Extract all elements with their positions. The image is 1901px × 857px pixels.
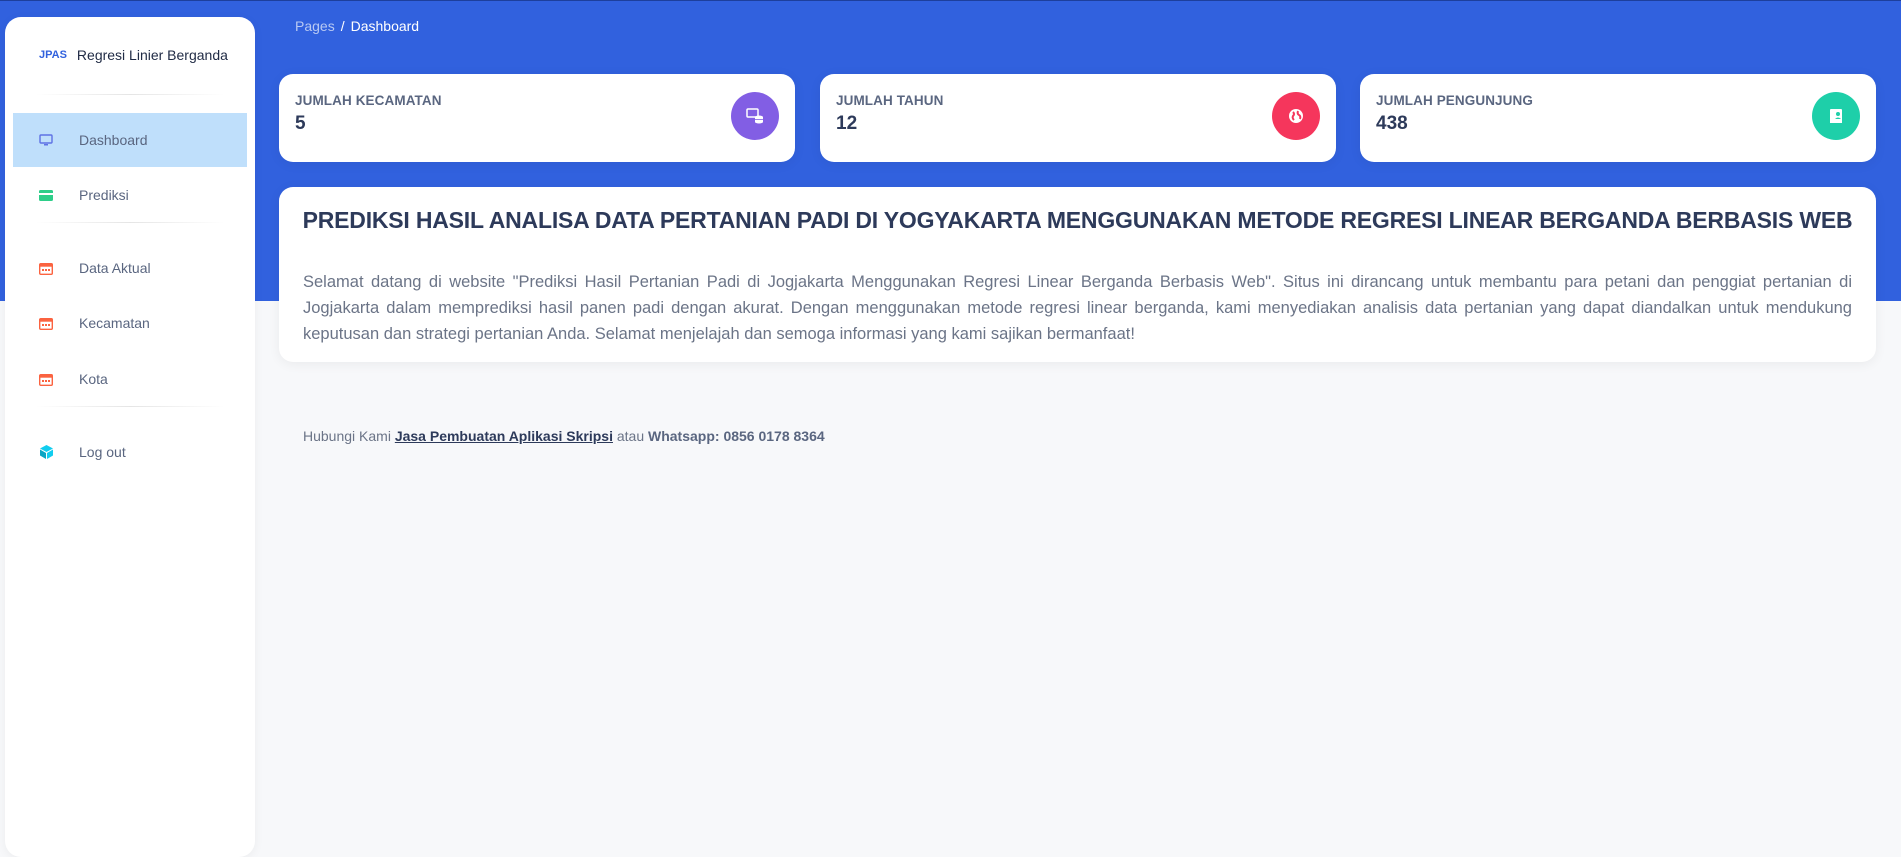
breadcrumb: Pages / Dashboard <box>295 18 419 34</box>
footer-prefix: Hubungi Kami <box>303 428 391 444</box>
divider <box>35 406 225 407</box>
sidebar-item-kota[interactable]: Kota <box>13 352 249 406</box>
divider <box>35 94 225 95</box>
footer: Hubungi Kami Jasa Pembuatan Aplikasi Skr… <box>303 428 825 444</box>
sidebar-item-data-aktual[interactable]: Data Aktual <box>13 241 249 295</box>
sidebar-item-label: Log out <box>79 444 126 460</box>
welcome-text: Selamat datang di website "Prediksi Hasi… <box>303 273 1852 343</box>
box-icon <box>39 445 53 459</box>
breadcrumb-current: Dashboard <box>350 18 420 34</box>
credit-card-icon <box>39 188 53 202</box>
monitor-icon <box>39 133 53 147</box>
welcome-panel: PREDIKSI HASIL ANALISA DATA PERTANIAN PA… <box>279 187 1876 362</box>
stat-card-kecamatan: JUMLAH KECAMATAN 5 <box>279 74 795 162</box>
calendar-icon <box>39 261 53 275</box>
card-title: JUMLAH TAHUN <box>836 93 944 108</box>
stat-card-tahun: JUMLAH TAHUN 12 <box>820 74 1336 162</box>
user-card-icon <box>1812 92 1860 140</box>
footer-whatsapp: Whatsapp: 0856 0178 8364 <box>648 428 825 444</box>
card-value: 5 <box>295 113 306 134</box>
card-value: 438 <box>1376 113 1408 134</box>
sidebar-item-label: Prediksi <box>79 187 129 203</box>
sidebar-item-logout[interactable]: Log out <box>13 425 249 479</box>
sidebar-item-prediksi[interactable]: Prediksi <box>13 168 249 222</box>
brand-logo: JPAS <box>39 49 67 61</box>
footer-link[interactable]: Jasa Pembuatan Aplikasi Skripsi <box>395 428 613 444</box>
footer-middle: atau <box>616 428 645 444</box>
divider <box>35 222 225 223</box>
globe-icon <box>1272 92 1320 140</box>
card-value: 12 <box>836 113 858 134</box>
sidebar-item-kecamatan[interactable]: Kecamatan <box>13 296 249 350</box>
calendar-icon <box>39 372 53 386</box>
calendar-icon <box>39 316 53 330</box>
stat-card-pengunjung: JUMLAH PENGUNJUNG 438 <box>1360 74 1876 162</box>
sidebar-item-label: Data Aktual <box>79 260 151 276</box>
app-name: Regresi Linier Berganda <box>76 47 228 63</box>
card-title: JUMLAH PENGUNJUNG <box>1376 93 1533 108</box>
database-icon <box>731 92 779 140</box>
breadcrumb-separator: / <box>340 18 345 34</box>
sidebar-item-dashboard[interactable]: Dashboard <box>13 113 247 167</box>
breadcrumb-pages-link[interactable]: Pages <box>295 18 335 34</box>
page-title: PREDIKSI HASIL ANALISA DATA PERTANIAN PA… <box>302 207 1853 233</box>
brand[interactable]: JPAS Regresi Linier Berganda <box>5 17 255 93</box>
sidebar-item-label: Kota <box>79 371 108 387</box>
card-title: JUMLAH KECAMATAN <box>295 93 442 108</box>
sidebar-item-label: Dashboard <box>79 132 148 148</box>
sidebar: JPAS Regresi Linier Berganda Dashboard P… <box>5 17 255 857</box>
sidebar-item-label: Kecamatan <box>79 315 150 331</box>
